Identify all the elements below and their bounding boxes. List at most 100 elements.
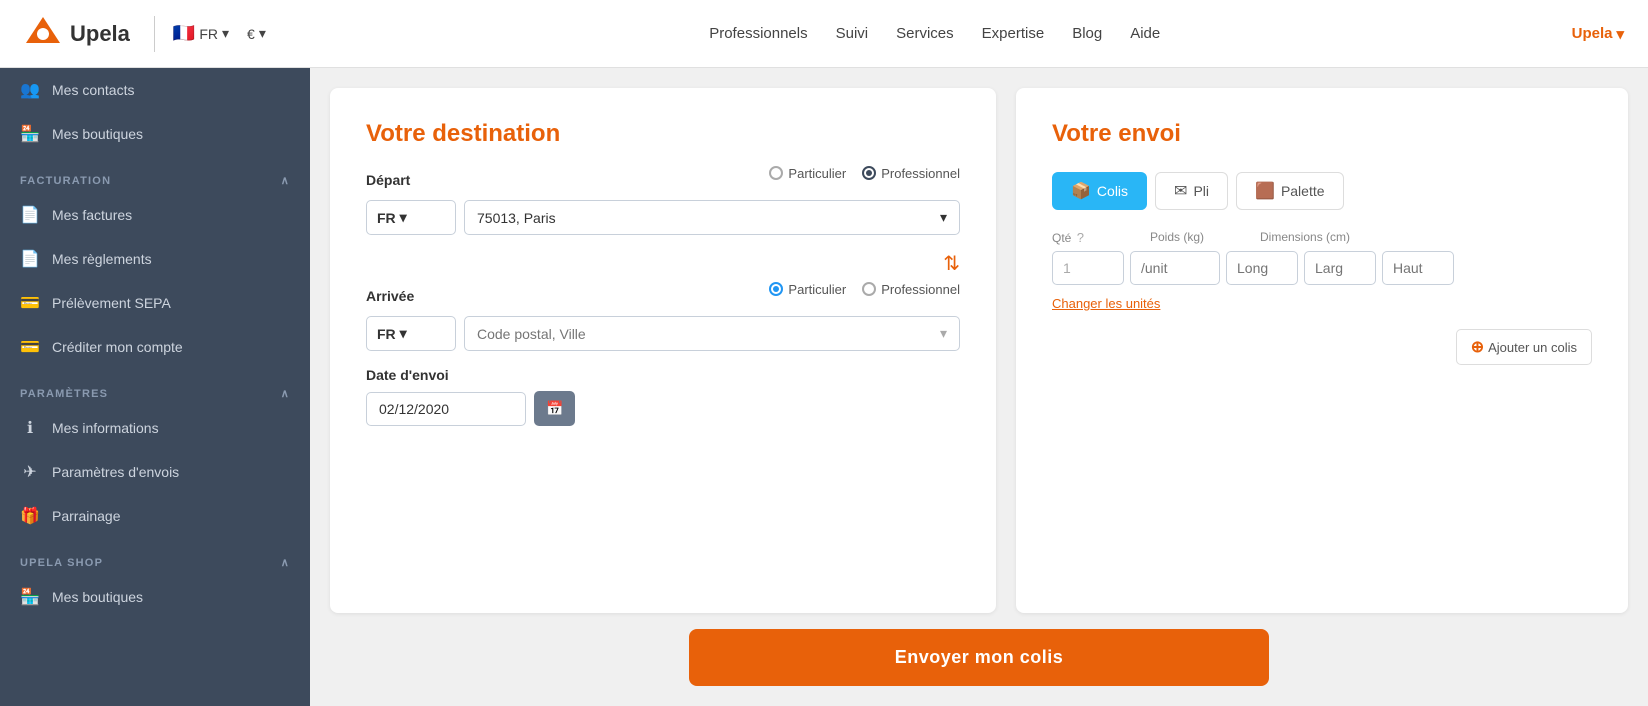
add-icon: ⊕ <box>1471 337 1484 357</box>
depart-professionnel-radio[interactable]: Professionnel <box>862 166 960 181</box>
tab-colis-label: Colis <box>1097 183 1128 199</box>
nav-expertise[interactable]: Expertise <box>982 25 1045 42</box>
depart-city-input[interactable]: ▾ <box>464 200 960 235</box>
facturation-chevron-icon: ∧ <box>281 174 290 187</box>
shop-chevron-icon: ∧ <box>281 556 290 569</box>
depart-professionnel-dot <box>862 166 876 180</box>
sidebar-item-factures[interactable]: 📄 Mes factures <box>0 193 310 237</box>
logo-text: Upela <box>70 21 130 47</box>
arrivee-professionnel-label: Professionnel <box>881 282 960 297</box>
depart-country-value: FR <box>377 210 396 226</box>
currency-chevron-icon: ▾ <box>259 25 266 42</box>
nav-professionnels[interactable]: Professionnels <box>709 25 807 42</box>
date-field[interactable] <box>379 401 560 417</box>
arrivee-country-select[interactable]: FR ▾ <box>366 316 456 351</box>
depart-radio-group: Particulier Professionnel <box>769 166 960 181</box>
arrivee-particulier-radio[interactable]: Particulier <box>769 282 846 297</box>
depart-city-chevron: ▾ <box>940 209 947 226</box>
sidebar: 👥 Mes contacts 🏪 Mes boutiques FACTURATI… <box>0 68 310 706</box>
arrivee-professionnel-radio[interactable]: Professionnel <box>862 282 960 297</box>
sidebar-item-boutiques-1[interactable]: 🏪 Mes boutiques <box>0 112 310 156</box>
weight-input[interactable] <box>1130 251 1220 285</box>
sidebar-section-shop: UPELA SHOP ∧ <box>0 538 310 575</box>
sidebar-item-crediter-label: Créditer mon compte <box>52 339 183 355</box>
arrivee-input-row: FR ▾ ▾ <box>366 316 960 351</box>
depart-particulier-radio[interactable]: Particulier <box>769 166 846 181</box>
qty-input[interactable] <box>1052 251 1124 285</box>
tab-pli[interactable]: ✉ Pli <box>1155 172 1228 210</box>
arrivee-city-input[interactable]: ▾ <box>464 316 960 351</box>
envoi-inputs-row <box>1052 251 1592 285</box>
haut-input[interactable] <box>1382 251 1454 285</box>
calendar-button[interactable]: 📅 <box>534 391 575 426</box>
sidebar-item-parrainage[interactable]: 🎁 Parrainage <box>0 494 310 538</box>
add-colis-button[interactable]: ⊕ Ajouter un colis <box>1456 329 1592 365</box>
sidebar-item-boutiques-2-label: Mes boutiques <box>52 589 143 605</box>
envoi-tabs: 📦 Colis ✉ Pli 🟫 Palette <box>1052 172 1592 210</box>
nav-blog[interactable]: Blog <box>1072 25 1102 42</box>
depart-country-select[interactable]: FR ▾ <box>366 200 456 235</box>
arrivee-country-value: FR <box>377 326 396 342</box>
date-input-wrapper[interactable] <box>366 392 526 426</box>
sidebar-section-parametres: PARAMÈTRES ∧ <box>0 369 310 406</box>
sidebar-item-boutiques-2[interactable]: 🏪 Mes boutiques <box>0 575 310 619</box>
user-chevron-icon: ▾ <box>1616 25 1624 43</box>
parrainage-icon: 🎁 <box>20 506 40 526</box>
envoi-card: Votre envoi 📦 Colis ✉ Pli 🟫 Palette <box>1016 88 1628 613</box>
arrivee-city-field[interactable] <box>477 326 940 342</box>
qty-help-icon: ? <box>1077 230 1084 245</box>
destination-card: Votre destination Départ Particulier Pro… <box>330 88 996 613</box>
depart-particulier-label: Particulier <box>788 166 846 181</box>
larg-input[interactable] <box>1304 251 1376 285</box>
sidebar-item-envois-params[interactable]: ✈ Paramètres d'envois <box>0 450 310 494</box>
logo-icon <box>24 15 62 53</box>
lang-selector[interactable]: 🇫🇷 FR ▾ <box>173 23 229 44</box>
date-row: 📅 <box>366 391 960 426</box>
tab-colis[interactable]: 📦 Colis <box>1052 172 1147 210</box>
sidebar-item-informations[interactable]: ℹ Mes informations <box>0 406 310 450</box>
bottom-bar: Envoyer mon colis <box>330 629 1628 686</box>
boutiques-icon: 🏪 <box>20 124 40 144</box>
depart-input-row: FR ▾ ▾ <box>366 200 960 235</box>
qty-header: Qté ? <box>1052 230 1124 245</box>
user-menu[interactable]: Upela ▾ <box>1572 25 1624 43</box>
sidebar-item-sepa[interactable]: 💳 Prélèvement SEPA <box>0 281 310 325</box>
sidebar-item-reglements[interactable]: 📄 Mes règlements <box>0 237 310 281</box>
arrivee-particulier-label: Particulier <box>788 282 846 297</box>
arrivee-professionnel-dot <box>862 282 876 296</box>
informations-icon: ℹ <box>20 418 40 438</box>
sidebar-item-envois-params-label: Paramètres d'envois <box>52 464 179 480</box>
logo[interactable]: Upela <box>24 15 130 53</box>
sidebar-item-contacts[interactable]: 👥 Mes contacts <box>0 68 310 112</box>
swap-button[interactable]: ⇅ <box>366 251 960 276</box>
depart-country-chevron: ▾ <box>400 209 407 226</box>
destination-title: Votre destination <box>366 120 960 148</box>
sidebar-item-crediter[interactable]: 💳 Créditer mon compte <box>0 325 310 369</box>
long-input[interactable] <box>1226 251 1298 285</box>
crediter-icon: 💳 <box>20 337 40 357</box>
lang-chevron-icon: ▾ <box>222 25 229 42</box>
sidebar-item-reglements-label: Mes règlements <box>52 251 152 267</box>
nav-aide[interactable]: Aide <box>1130 25 1160 42</box>
depart-city-field[interactable] <box>477 210 940 226</box>
parametres-chevron-icon: ∧ <box>281 387 290 400</box>
cards-row: Votre destination Départ Particulier Pro… <box>330 88 1628 613</box>
currency-label: € <box>247 26 255 42</box>
nav-links: Professionnels Suivi Services Expertise … <box>298 25 1572 42</box>
envoi-title: Votre envoi <box>1052 120 1592 148</box>
sidebar-item-informations-label: Mes informations <box>52 420 159 436</box>
depart-particulier-dot <box>769 166 783 180</box>
add-colis-label: Ajouter un colis <box>1488 340 1577 355</box>
nav-suivi[interactable]: Suivi <box>836 25 869 42</box>
nav-services[interactable]: Services <box>896 25 954 42</box>
sidebar-item-sepa-label: Prélèvement SEPA <box>52 295 171 311</box>
arrivee-radio-group: Particulier Professionnel <box>769 282 960 297</box>
factures-icon: 📄 <box>20 205 40 225</box>
currency-selector[interactable]: € ▾ <box>247 25 266 42</box>
tab-palette[interactable]: 🟫 Palette <box>1236 172 1344 210</box>
arrivee-particulier-dot <box>769 282 783 296</box>
send-button[interactable]: Envoyer mon colis <box>689 629 1269 686</box>
arrivee-label: Arrivée <box>366 288 414 304</box>
layout: 👥 Mes contacts 🏪 Mes boutiques FACTURATI… <box>0 68 1648 706</box>
change-units-link[interactable]: Changer les unités <box>1052 296 1160 311</box>
